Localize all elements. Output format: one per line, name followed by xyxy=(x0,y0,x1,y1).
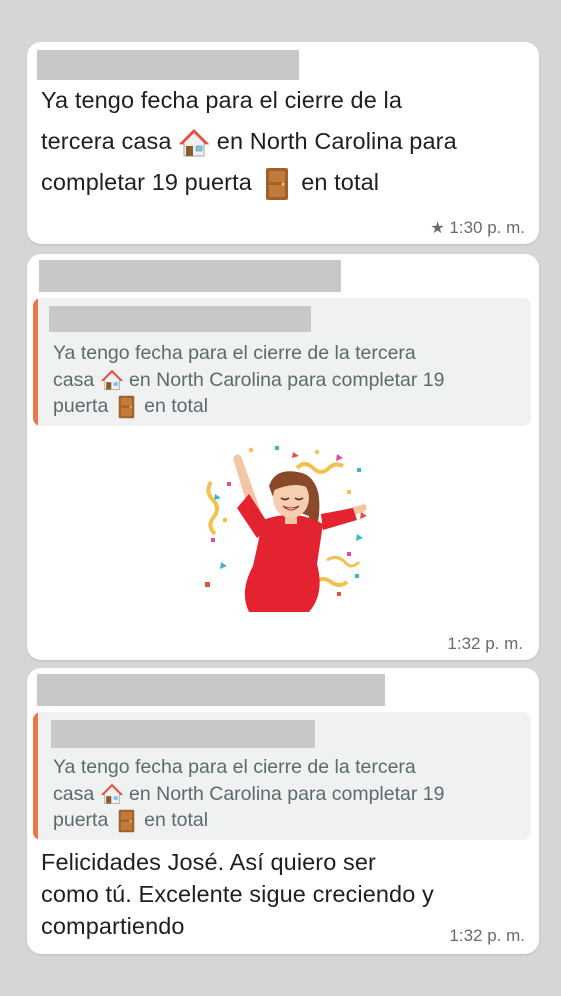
message-line-1: Ya tengo fecha para el cierre de la xyxy=(41,87,403,113)
sender-name-redacted xyxy=(37,674,385,706)
message-line-1: Felicidades José. Así quiero ser xyxy=(41,849,376,875)
house-emoji-icon xyxy=(100,783,124,805)
message-timestamp: ★ 1:30 p. m. xyxy=(430,218,525,237)
woman-figure xyxy=(233,454,367,612)
quoted-message[interactable]: Ya tengo fecha para el cierre de la terc… xyxy=(33,712,531,840)
message-line-2: como tú. Excelente sigue creciendo y xyxy=(41,881,434,907)
quoted-sender-redacted xyxy=(49,306,311,332)
sender-name-redacted xyxy=(39,260,341,292)
message-bubble-2[interactable]: Ya tengo fecha para el cierre de la terc… xyxy=(27,254,539,660)
quoted-text: Ya tengo fecha para el cierre de la terc… xyxy=(53,342,445,419)
house-emoji-icon xyxy=(100,369,124,391)
quote-accent-bar xyxy=(33,298,38,426)
door-emoji-icon xyxy=(118,395,135,419)
sender-name-redacted xyxy=(37,50,299,80)
message-bubble-1[interactable]: Ya tengo fecha para el cierre de la terc… xyxy=(27,42,539,244)
door-emoji-icon xyxy=(118,809,135,833)
door-emoji-icon xyxy=(265,167,289,201)
message-text: Ya tengo fecha para el cierre de la terc… xyxy=(41,80,531,203)
message-line-2: tercera casa en North Carolina para xyxy=(41,121,531,162)
message-timestamp: 1:32 p. m. xyxy=(447,634,523,653)
star-icon: ★ xyxy=(430,220,445,237)
house-emoji-icon xyxy=(178,128,210,158)
quote-accent-bar xyxy=(33,712,38,840)
message-line-3: completar 19 puerta en total xyxy=(41,162,531,203)
message-timestamp: 1:32 p. m. xyxy=(449,926,525,945)
quoted-sender-redacted xyxy=(51,720,315,748)
message-bubble-3[interactable]: Ya tengo fecha para el cierre de la terc… xyxy=(27,668,539,954)
quoted-text: Ya tengo fecha para el cierre de la terc… xyxy=(53,756,445,833)
celebrating-woman-sticker[interactable] xyxy=(197,442,377,612)
quoted-message[interactable]: Ya tengo fecha para el cierre de la terc… xyxy=(33,298,531,426)
